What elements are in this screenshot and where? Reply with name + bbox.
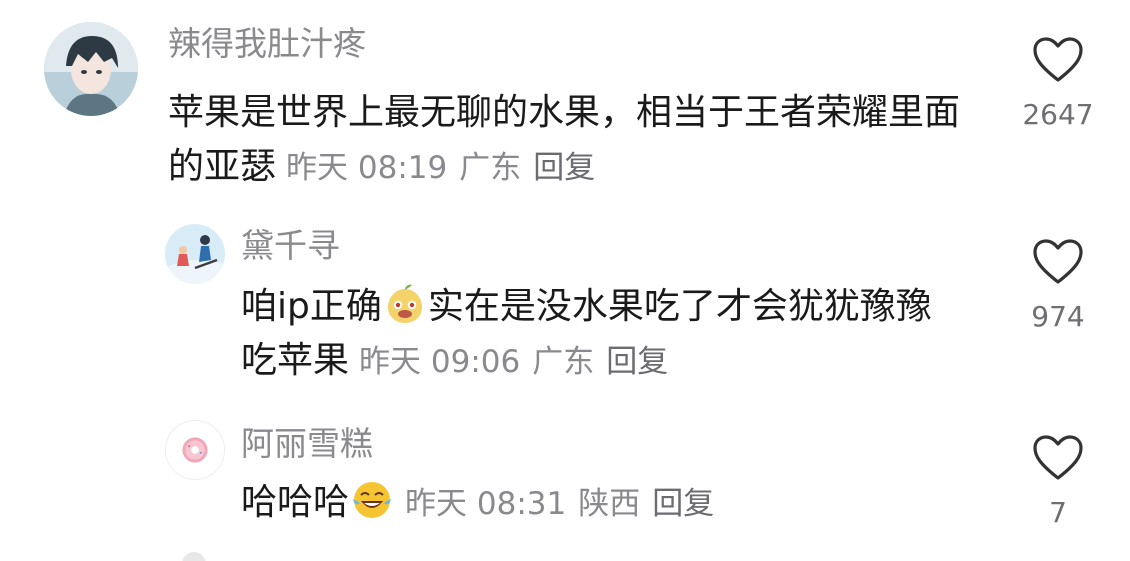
comment-meta: 昨天 08:31 陕西 回复	[405, 486, 726, 522]
like-control: 7	[1013, 434, 1103, 529]
username[interactable]: 黛千寻	[241, 226, 340, 266]
avatar[interactable]	[44, 22, 138, 116]
comment-location: 广东	[459, 150, 522, 186]
like-control: 2647	[1013, 36, 1103, 131]
comment-time: 昨天 08:19	[286, 150, 448, 186]
comment-time: 昨天 09:06	[359, 344, 521, 380]
heart-icon[interactable]	[1032, 36, 1084, 84]
skiing-avatar-icon	[165, 224, 225, 284]
comment-text: 哈哈哈	[241, 482, 350, 523]
comment-location: 广东	[532, 344, 595, 380]
reply-button[interactable]: 回复	[533, 150, 595, 186]
comment-body: 咱ip正确 实在是没水果吃了才会犹犹豫豫吃苹果 昨天 09:06 广东 回复	[241, 280, 961, 389]
like-control: 974	[1013, 238, 1103, 333]
like-count: 7	[1049, 496, 1067, 529]
comment-meta: 昨天 09:06 广东 回复	[359, 344, 680, 380]
username[interactable]: 辣得我肚汁疼	[168, 24, 366, 64]
pear-face-emoji-icon	[384, 283, 426, 325]
username[interactable]: 阿丽雪糕	[241, 424, 373, 464]
avatar[interactable]	[165, 420, 225, 480]
comment-body: 苹果是世界上最无聊的水果，相当于王者荣耀里面的亚瑟 昨天 08:19 广东 回复	[168, 86, 968, 195]
comment-time: 昨天 08:31	[405, 486, 567, 522]
comment-meta: 昨天 08:19 广东 回复	[286, 150, 607, 186]
heart-icon[interactable]	[1032, 434, 1084, 482]
laughing-tears-emoji-icon	[351, 479, 393, 521]
comment-location: 陕西	[578, 486, 641, 522]
comment-body: 哈哈哈 昨天 08:31 陕西 回复	[241, 476, 961, 531]
anime-boy-avatar-icon	[44, 22, 138, 116]
comment-list: 辣得我肚汁疼 苹果是世界上最无聊的水果，相当于王者荣耀里面的亚瑟 昨天 08:19…	[0, 0, 1130, 561]
heart-icon[interactable]	[1032, 238, 1084, 286]
donut-avatar-icon	[166, 421, 224, 479]
reply-button[interactable]: 回复	[652, 486, 714, 522]
next-avatar-partial	[182, 552, 206, 561]
like-count: 2647	[1022, 98, 1094, 131]
avatar[interactable]	[165, 224, 225, 284]
like-count: 974	[1031, 300, 1085, 333]
comment-text: 咱ip正确	[241, 286, 382, 327]
reply-button[interactable]: 回复	[606, 344, 668, 380]
